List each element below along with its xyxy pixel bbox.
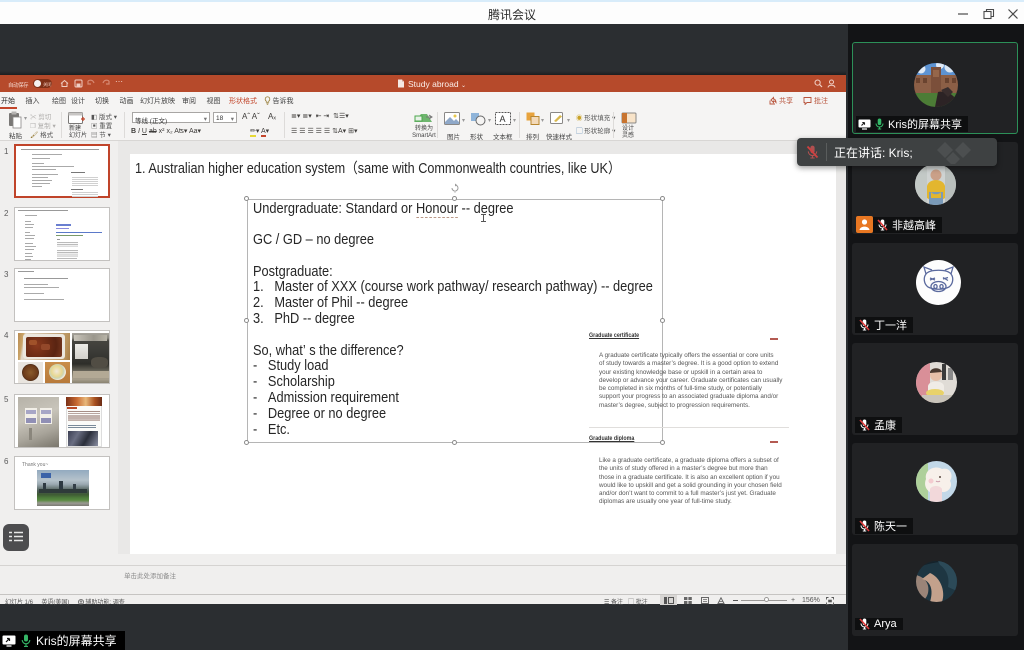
svg-text:A: A [500,114,506,124]
